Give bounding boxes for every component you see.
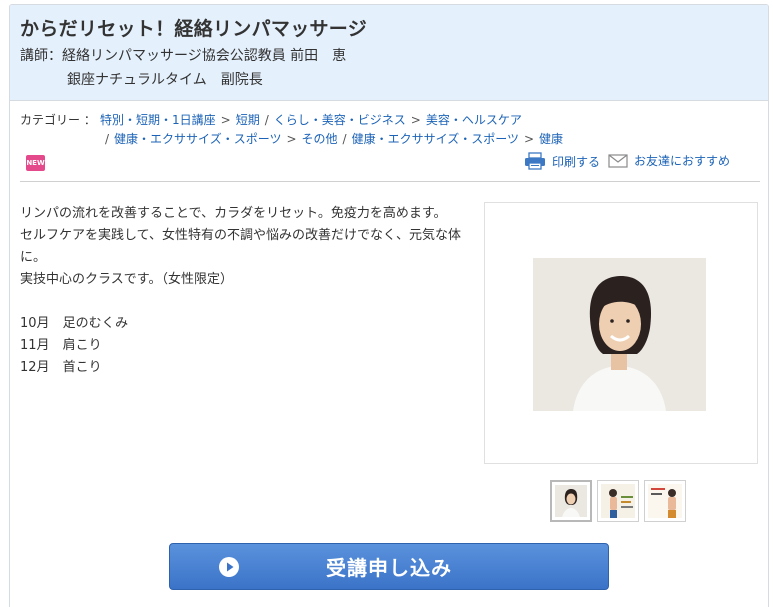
breadcrumb-separator: >	[523, 132, 535, 146]
category-breadcrumb-row-2: / 健康・エクササイズ・スポーツ > その他 / 健康・エクササイズ・スポーツ > 健康	[100, 130, 563, 147]
gallery-thumbnail[interactable]	[550, 480, 592, 522]
description-line: セルフケアを実践して、女性特有の不調や悩みの改善だけでなく、元気な体に。	[20, 228, 461, 265]
printer-icon	[525, 152, 545, 170]
apply-button-label: 受講申し込み	[326, 556, 452, 580]
schedule-item: 12月 首こり	[20, 360, 102, 375]
category-label: カテゴリー ：	[20, 113, 96, 127]
category-link[interactable]: くらし・美容・ビジネス	[274, 113, 406, 127]
schedule-item: 11月 肩こり	[20, 338, 102, 353]
envelope-icon	[608, 153, 628, 168]
play-circle-icon	[219, 557, 239, 577]
category-link[interactable]: 健康・エクササイズ・スポーツ	[352, 132, 519, 146]
category-breadcrumb-row-1: 特別・短期・1日講座 > 短期 / くらし・美容・ビジネス > 美容・ヘルスケア	[100, 111, 522, 128]
gallery-thumbnail[interactable]	[644, 480, 686, 522]
category-link[interactable]: 短期	[236, 113, 260, 127]
new-badge: NEW	[26, 155, 45, 171]
instructor-affiliation: 銀座ナチュラルタイム 副院長	[67, 72, 263, 88]
breadcrumb-separator: >	[220, 113, 231, 127]
breadcrumb-separator: /	[264, 113, 269, 127]
course-card: からだリセット！経絡リンパマッサージ 講師：経絡リンパマッサージ協会公認教員 前…	[9, 4, 769, 607]
breadcrumb-separator: >	[410, 113, 421, 127]
breadcrumb-separator: /	[105, 132, 110, 146]
apply-button[interactable]: 受講申し込み	[169, 543, 609, 590]
breadcrumb-separator: >	[286, 132, 297, 146]
recommend-to-friend-link[interactable]: お友達におすすめ	[608, 152, 730, 169]
print-label: 印刷する	[552, 154, 601, 169]
schedule-item: 10月 足のむくみ	[20, 316, 129, 331]
description-line: リンパの流れを改善することで、カラダをリセット。免疫力を高めます。	[20, 206, 447, 221]
instructor-name: 講師：経絡リンパマッサージ協会公認教員 前田 恵	[20, 48, 347, 64]
description-line: 実技中心のクラスです。（女性限定）	[20, 272, 233, 287]
breadcrumb-separator: /	[342, 132, 347, 146]
divider	[20, 181, 760, 182]
category-link[interactable]: 美容・ヘルスケア	[426, 113, 522, 127]
course-description: リンパの流れを改善することで、カラダをリセット。免疫力を高めます。 セルフケアを…	[20, 203, 470, 379]
gallery-thumbnail[interactable]	[597, 480, 639, 522]
category-link[interactable]: その他	[302, 132, 338, 146]
instructor-photo	[533, 258, 706, 411]
category-link[interactable]: 特別・短期・1日講座	[100, 113, 216, 127]
recommend-label: お友達におすすめ	[634, 154, 731, 168]
main-photo-frame	[484, 202, 758, 464]
category-link[interactable]: 健康・エクササイズ・スポーツ	[114, 132, 281, 146]
category-link[interactable]: 健康	[539, 132, 563, 146]
course-header: からだリセット！経絡リンパマッサージ 講師：経絡リンパマッサージ協会公認教員 前…	[10, 5, 768, 101]
course-title: からだリセット！経絡リンパマッサージ	[20, 18, 368, 40]
print-link[interactable]: 印刷する	[524, 152, 600, 170]
